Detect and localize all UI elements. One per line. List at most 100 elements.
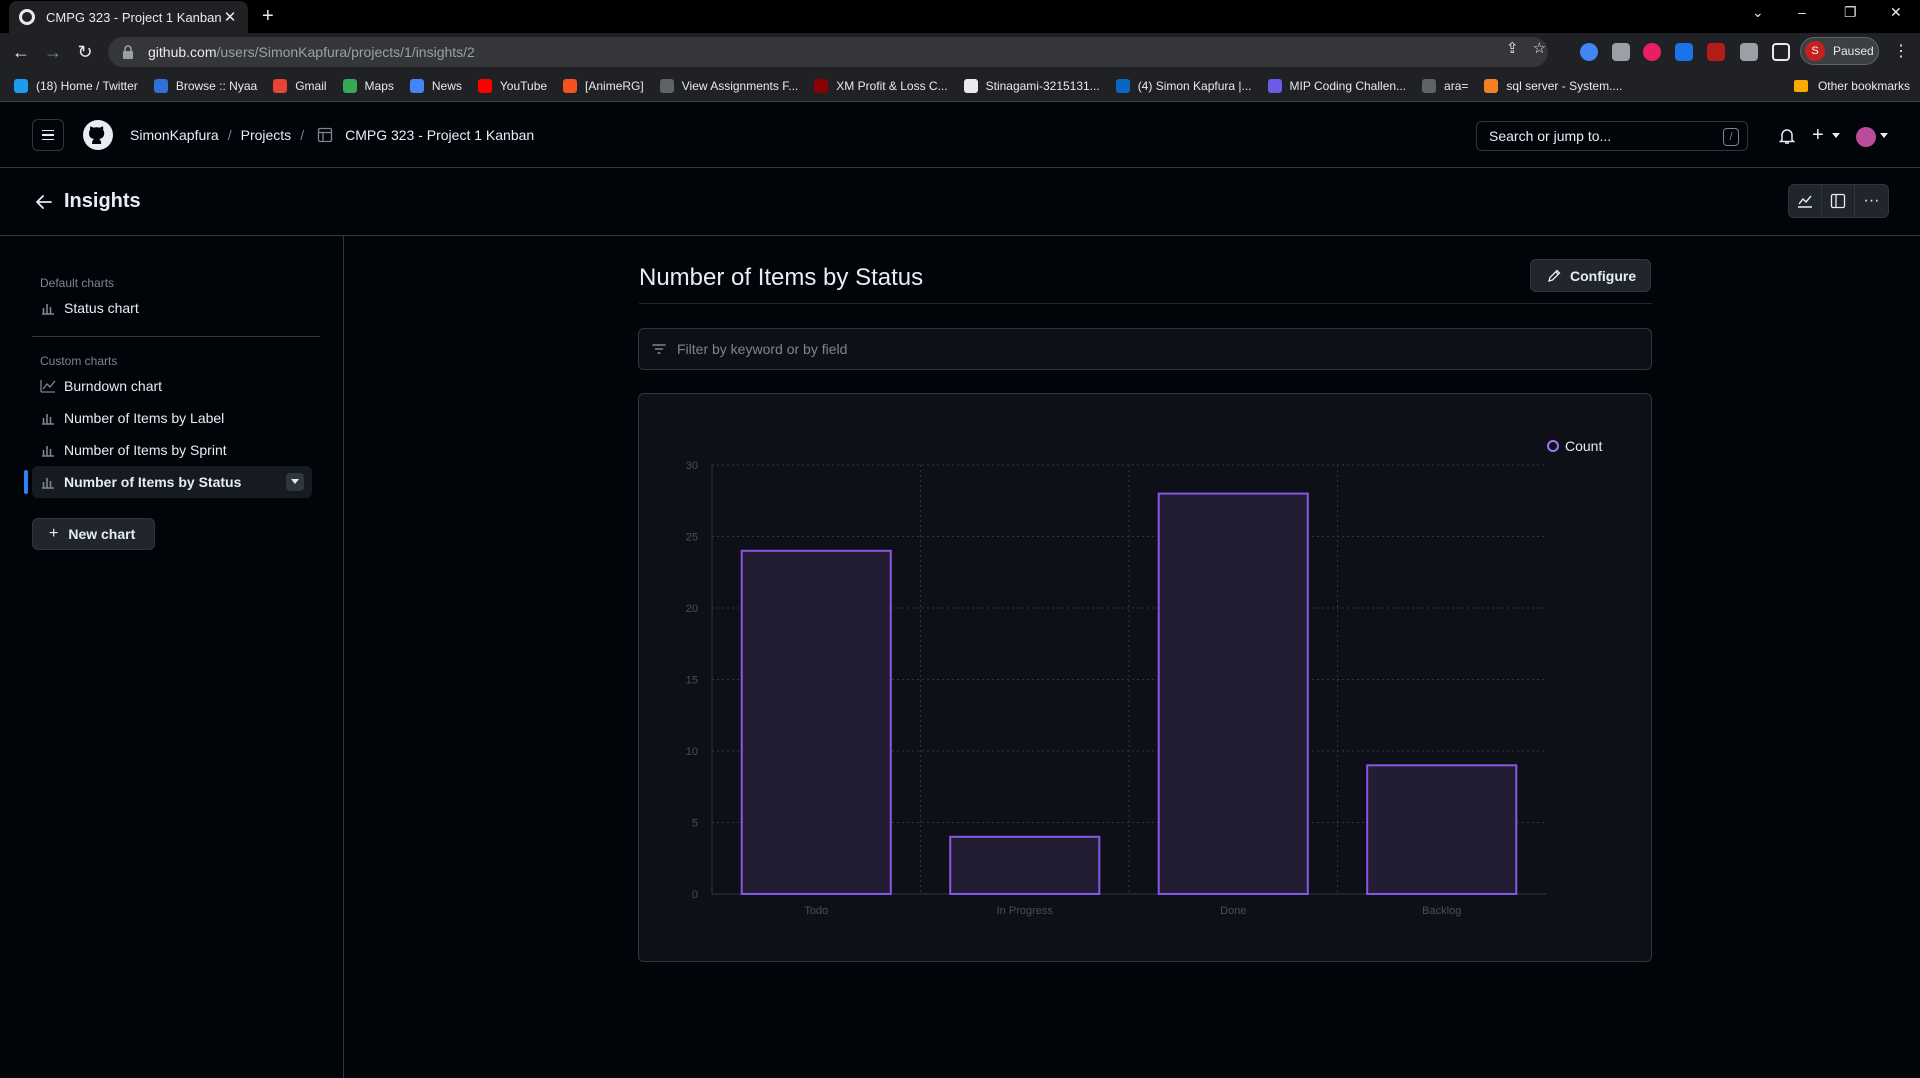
default-charts-heading: Default charts bbox=[40, 276, 115, 290]
sidebar-item-items-by-label[interactable]: Number of Items by Label bbox=[32, 402, 312, 434]
bookmark-item[interactable]: Stinagami-3215131... bbox=[963, 79, 1100, 93]
omnibox[interactable]: github.com/users/SimonKapfura/projects/1… bbox=[108, 37, 1548, 67]
bookmark-favicon-icon bbox=[409, 79, 424, 93]
reload-icon[interactable]: ↻ bbox=[74, 41, 96, 63]
bookmark-item[interactable]: Browse :: Nyaa bbox=[153, 79, 258, 93]
page-title: Number of Items by Status bbox=[639, 264, 924, 291]
bookmark-item[interactable]: MIP Coding Challen... bbox=[1267, 79, 1407, 93]
configure-button[interactable]: Configure bbox=[1530, 259, 1651, 292]
bookmark-item[interactable]: Gmail bbox=[273, 79, 327, 93]
sidebar-item-label: Number of Items by Status bbox=[64, 474, 242, 490]
insights-header: Insights ··· bbox=[0, 168, 1920, 236]
sidebar-collapse-icon[interactable] bbox=[1822, 185, 1855, 217]
filter-field[interactable] bbox=[638, 328, 1652, 370]
tab-search-icon[interactable]: ⌄ bbox=[1752, 4, 1764, 21]
extension-icon-2[interactable] bbox=[1612, 43, 1630, 61]
bookmark-item[interactable]: sql server - System.... bbox=[1484, 79, 1622, 93]
graph-icon[interactable] bbox=[1789, 185, 1822, 217]
breadcrumb-projects[interactable]: Projects bbox=[241, 127, 292, 143]
sidebar-item-label: Number of Items by Label bbox=[64, 410, 225, 426]
bell-icon[interactable] bbox=[1778, 127, 1796, 145]
github-logo-icon[interactable] bbox=[82, 119, 114, 151]
profile-button[interactable]: S Paused bbox=[1800, 37, 1879, 65]
bar-in-progress[interactable] bbox=[949, 835, 1101, 895]
new-tab-icon[interactable]: + bbox=[262, 6, 274, 26]
ublock-icon[interactable] bbox=[1707, 43, 1725, 61]
bookmark-label: sql server - System.... bbox=[1506, 79, 1623, 93]
extension-icon-1[interactable] bbox=[1580, 43, 1598, 61]
graph-line-icon bbox=[40, 380, 56, 393]
bookmark-item[interactable]: (18) Home / Twitter bbox=[14, 79, 138, 93]
kebab-horizontal-icon[interactable]: ··· bbox=[1855, 185, 1888, 217]
other-bookmarks[interactable]: Other bookmarks bbox=[1793, 79, 1910, 93]
bookmark-item[interactable]: [AnimeRG] bbox=[563, 79, 644, 93]
browser-tab[interactable]: CMPG 323 - Project 1 Kanban ✕ bbox=[9, 1, 248, 33]
sidebar-item-label: Number of Items by Sprint bbox=[64, 442, 227, 458]
pencil-icon bbox=[1548, 269, 1561, 282]
breadcrumb-project[interactable]: CMPG 323 - Project 1 Kanban bbox=[345, 127, 534, 143]
bookmark-item[interactable]: Maps bbox=[342, 79, 394, 93]
side-panel-icon[interactable] bbox=[1772, 43, 1790, 61]
github-favicon-icon bbox=[19, 9, 35, 25]
bookmark-favicon-icon bbox=[563, 79, 578, 93]
bookmark-label: ara= bbox=[1444, 79, 1469, 93]
bar-backlog[interactable] bbox=[1366, 764, 1518, 895]
folder-icon bbox=[1793, 80, 1808, 92]
bookmark-item[interactable]: View Assignments F... bbox=[659, 79, 798, 93]
extension-icon-3[interactable] bbox=[1643, 43, 1661, 61]
chevron-down-icon[interactable] bbox=[1832, 133, 1840, 138]
search-input[interactable]: Search or jump to... / bbox=[1476, 121, 1748, 151]
minimize-icon[interactable]: – bbox=[1798, 4, 1806, 20]
extensions-puzzle-icon[interactable] bbox=[1740, 43, 1758, 61]
legend-swatch bbox=[1547, 440, 1559, 452]
bookmark-item[interactable]: ara= bbox=[1422, 79, 1468, 93]
bookmark-item[interactable]: (4) Simon Kapfura |... bbox=[1115, 79, 1252, 93]
restore-icon[interactable]: ❐ bbox=[1844, 4, 1857, 21]
bar-chart-icon bbox=[42, 478, 54, 489]
breadcrumb-owner[interactable]: SimonKapfura bbox=[130, 127, 219, 143]
sidebar-item-status-chart[interactable]: Status chart bbox=[32, 292, 312, 324]
bookmark-label: Browse :: Nyaa bbox=[175, 79, 258, 93]
new-chart-button[interactable]: + New chart bbox=[32, 518, 155, 550]
bookmark-item[interactable]: News bbox=[409, 79, 462, 93]
forward-icon[interactable]: → bbox=[42, 41, 64, 63]
sidebar-item-burndown[interactable]: Burndown chart bbox=[32, 370, 312, 402]
bookmark-label: (18) Home / Twitter bbox=[36, 79, 138, 93]
create-new-icon[interactable]: + bbox=[1812, 124, 1824, 147]
sidebar-item-items-by-status[interactable]: Number of Items by Status bbox=[24, 466, 312, 498]
tab-close-icon[interactable]: ✕ bbox=[222, 8, 238, 26]
sidebar-item-label: Burndown chart bbox=[64, 378, 163, 394]
x-tick-label: Todo bbox=[804, 905, 828, 917]
bar-todo[interactable] bbox=[740, 549, 892, 896]
close-window-icon[interactable]: ✕ bbox=[1890, 4, 1902, 21]
bookmark-label: MIP Coding Challen... bbox=[1289, 79, 1407, 93]
bookmark-favicon-icon bbox=[477, 79, 492, 93]
bookmark-label: XM Profit & Loss C... bbox=[836, 79, 948, 93]
hamburger-menu-icon[interactable] bbox=[32, 119, 64, 151]
browser-menu-icon[interactable]: ⋮ bbox=[1893, 41, 1909, 61]
chevron-down-icon[interactable] bbox=[286, 473, 304, 491]
insights-toolbar: ··· bbox=[1788, 184, 1889, 218]
legend-label: Count bbox=[1565, 438, 1603, 454]
y-tick-label: 15 bbox=[686, 675, 698, 687]
tab-title: CMPG 323 - Project 1 Kanban bbox=[46, 9, 222, 25]
y-tick-label: 0 bbox=[692, 889, 698, 901]
filter-input[interactable] bbox=[677, 341, 1577, 357]
x-tick-label: In Progress bbox=[997, 905, 1054, 917]
back-icon[interactable]: ← bbox=[10, 41, 32, 63]
bookmarks-bar: (18) Home / Twitter Browse :: Nyaa Gmail Ma… bbox=[0, 71, 1920, 102]
search-shortcut-key: / bbox=[1723, 128, 1739, 146]
bookmark-item[interactable]: XM Profit & Loss C... bbox=[814, 79, 948, 93]
bar-done[interactable] bbox=[1157, 492, 1309, 895]
sidebar-item-items-by-sprint[interactable]: Number of Items by Sprint bbox=[32, 434, 312, 466]
extension-icon-4[interactable] bbox=[1675, 43, 1693, 61]
chevron-down-icon[interactable] bbox=[1880, 133, 1888, 138]
share-icon[interactable]: ⇪ bbox=[1506, 39, 1519, 57]
profile-avatar: S bbox=[1805, 41, 1825, 61]
bookmark-item[interactable]: YouTube bbox=[477, 79, 547, 93]
chart-legend[interactable]: Count bbox=[1547, 438, 1602, 454]
plus-icon: + bbox=[49, 525, 59, 542]
avatar[interactable] bbox=[1856, 127, 1876, 147]
bookmark-star-icon[interactable]: ☆ bbox=[1533, 39, 1546, 57]
arrow-left-icon[interactable] bbox=[34, 192, 54, 212]
